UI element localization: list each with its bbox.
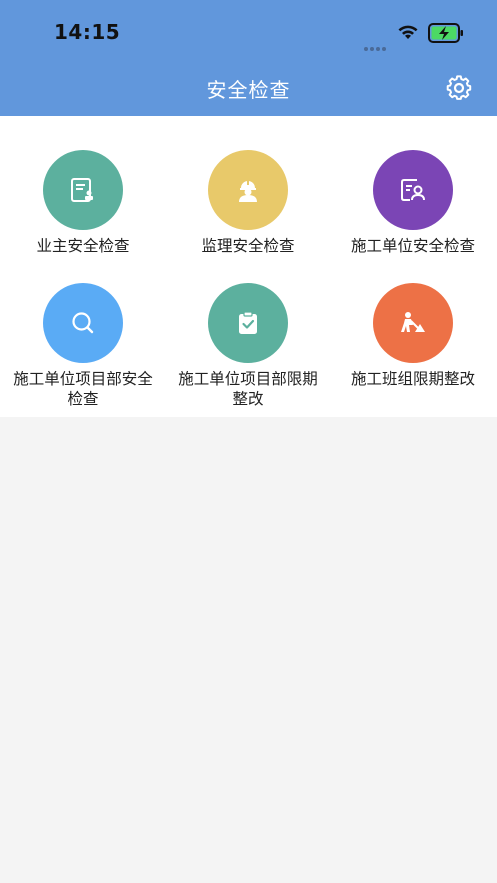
menu-item-label: 施工班组限期整改 [350,370,475,388]
construction-worker-icon [373,283,453,363]
menu-item-project-dept-rectification[interactable]: 施工单位项目部限期整改 [178,283,318,409]
wifi-icon [398,25,418,39]
person-document-icon [373,150,453,230]
menu-item-label: 施工单位项目部限期整改 [178,370,318,408]
menu-item-label: 施工单位项目部安全检查 [13,370,153,408]
battery-charging-icon [428,23,463,43]
page-title: 安全检查 [206,78,291,102]
menu-item-label: 监理安全检查 [201,237,295,255]
status-time: 14:15 [54,20,121,44]
worker-helmet-icon [208,150,288,230]
menu-item-supervisor-safety-check[interactable]: 监理安全检查 [178,150,318,256]
app-header: 14:15 安全检查 [0,0,497,116]
menu-panel: 业主安全检查 监理安全检查 施工单位安全检查 施工单位项目部安全检查 施工单位项… [0,116,497,417]
menu-item-team-rectification[interactable]: 施工班组限期整改 [343,283,483,389]
document-stamp-icon [43,150,123,230]
menu-item-owner-safety-check[interactable]: 业主安全检查 [13,150,153,256]
gear-icon[interactable] [446,75,472,101]
menu-item-label: 施工单位安全检查 [350,237,475,255]
clipboard-check-icon [208,283,288,363]
cellular-signal-icon [364,36,388,55]
menu-item-project-dept-safety-check[interactable]: 施工单位项目部安全检查 [13,283,153,409]
menu-item-label: 业主安全检查 [36,237,130,255]
menu-item-contractor-safety-check[interactable]: 施工单位安全检查 [343,150,483,256]
search-icon [43,283,123,363]
